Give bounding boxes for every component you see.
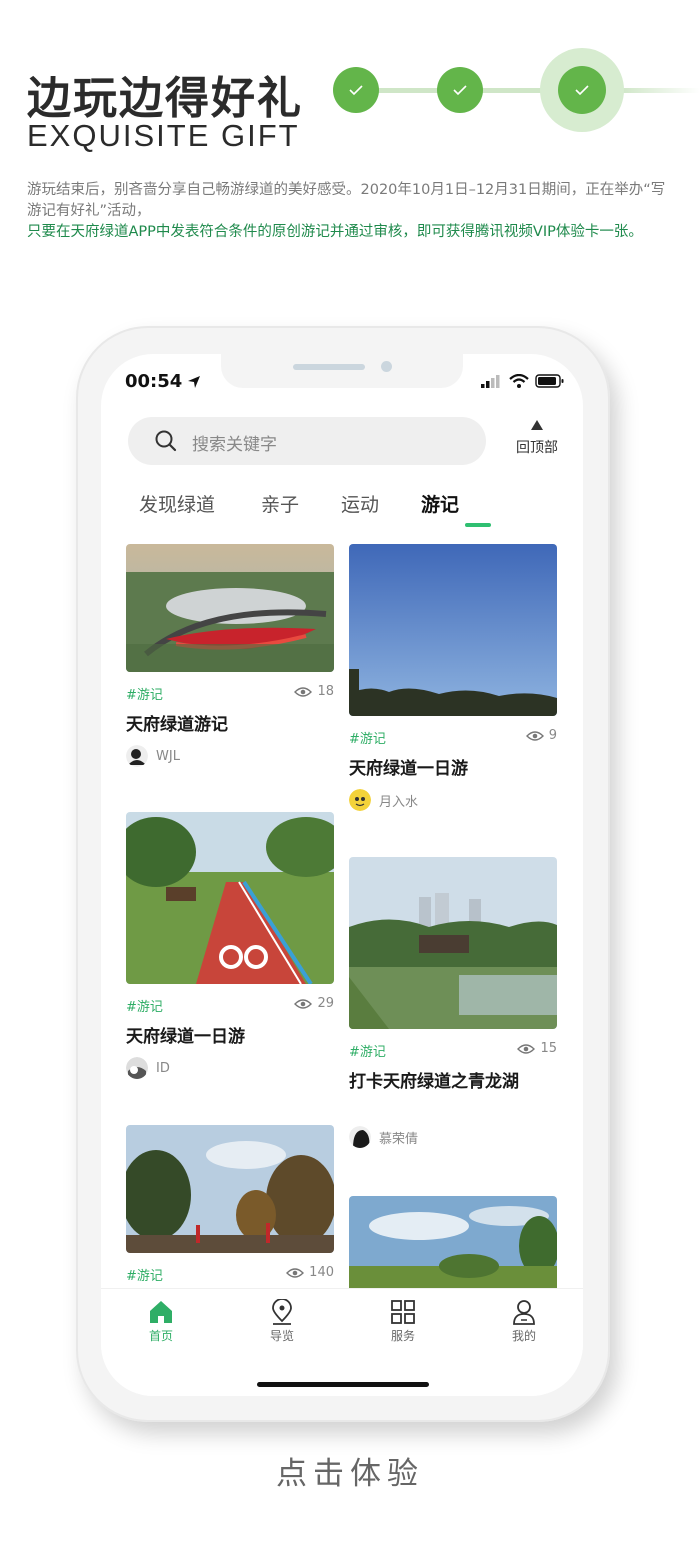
triangle-up-icon [531,420,543,430]
location-pin-icon [272,1299,292,1325]
card-views: 18 [294,684,334,699]
search-icon [155,430,177,452]
step-2-check-icon [437,67,483,113]
card-views-count: 15 [540,1041,557,1056]
author-name: ID [156,1060,170,1076]
card-views-count: 9 [548,728,557,743]
description: 游玩结束后，别吝啬分享自己畅游绿道的美好感受。2020年10月1日–12月31日… [27,180,677,243]
page-subtitle: EXQUISITE GIFT [27,118,300,153]
status-time: 00:54 [125,371,183,392]
grid-icon [391,1300,415,1324]
eye-icon [517,1043,536,1054]
home-indicator [257,1382,429,1387]
card-views: 29 [294,996,334,1011]
card-tag: #游记 [126,1000,163,1015]
card-views-count: 29 [317,996,334,1011]
active-tab-indicator [465,523,491,527]
author-name: 慕荣倩 [379,1131,419,1147]
back-to-top-button[interactable]: 回顶部 [507,419,567,457]
card-image [126,812,334,984]
travelogue-card[interactable]: #游记 15 打卡天府绿道之青龙湖 慕荣倩 [349,857,557,1148]
tabbar-item-service[interactable]: 服务 [368,1299,438,1344]
travelogue-card[interactable]: #游记 29 天府绿道一日游 ID [126,812,334,1079]
card-views: 140 [286,1265,334,1280]
avatar [349,1126,371,1148]
tabbar-label: 首页 [148,1329,173,1343]
eye-icon [294,686,313,697]
card-author: 月入水 [349,789,557,811]
user-icon [513,1300,535,1325]
avatar [126,1057,148,1079]
tab-sports[interactable]: 运动 [341,490,379,517]
home-icon [150,1301,172,1323]
card-image [126,544,334,672]
card-views-count: 18 [317,684,334,699]
travelogue-card[interactable]: #游记 18 天府绿道游记 WJL [126,544,334,767]
card-tag: #游记 [126,688,163,703]
card-tag: #游记 [349,1045,386,1060]
camera [381,361,392,372]
author-name: WJL [156,748,180,764]
battery-icon [535,374,564,388]
category-tabs: 发现绿道 亲子 运动 游记 [139,490,559,530]
description-green: 只要在天府绿道APP中发表符合条件的原创游记并通过审核，即可获得腾讯视频VIP体… [27,224,643,240]
step-1-check-icon [333,67,379,113]
eye-icon [525,730,544,741]
card-image [349,1196,557,1292]
tabbar-item-guide[interactable]: 导览 [247,1299,317,1344]
tabbar-item-me[interactable]: 我的 [489,1299,559,1344]
progress-steps [330,48,700,132]
tab-discover[interactable]: 发现绿道 [139,490,215,517]
wifi-icon [509,374,529,388]
card-title: 打卡天府绿道之青龙湖 [349,1072,519,1092]
tabbar-item-home[interactable]: 首页 [126,1299,196,1344]
card-author: ID [126,1057,334,1079]
step-3-check-icon [558,66,606,114]
card-image [349,857,557,1029]
card-tag: #游记 [126,1269,163,1284]
step-connector [620,88,700,93]
location-arrow-icon [188,376,200,388]
author-name: 月入水 [379,794,419,810]
tabbar-label: 服务 [390,1329,415,1343]
card-views: 15 [517,1041,557,1056]
tabbar-label: 我的 [511,1329,536,1343]
page-title: 边玩边得好礼 [27,73,303,124]
back-to-top-label: 回顶部 [516,440,558,456]
try-now-button[interactable]: 点击体验 [0,1448,700,1493]
avatar [126,745,148,767]
phone-screen: 00:54 搜索关键字 回顶部 发现绿道 亲子 运动 游记 #游记 18 天府绿… [101,354,583,1396]
card-image [126,1125,334,1253]
status-icons [481,374,565,388]
card-tag: #游记 [349,732,386,747]
tab-travelogue[interactable]: 游记 [421,490,459,517]
description-gray: 游玩结束后，别吝啬分享自己畅游绿道的美好感受。2020年10月1日–12月31日… [27,182,666,219]
travelogue-card[interactable]: #游记 9 天府绿道一日游 月入水 [349,544,557,811]
travelogue-card[interactable] [349,1196,557,1292]
tabbar-label: 导览 [269,1329,294,1343]
travelogue-card[interactable]: #游记 140 [126,1125,334,1287]
card-author: WJL [126,745,334,767]
card-views-count: 140 [309,1265,334,1280]
bottom-tab-bar: 首页 导览 服务 我的 [101,1288,583,1396]
search-placeholder: 搜索关键字 [192,435,277,455]
card-title: 天府绿道一日游 [349,759,468,779]
speaker [293,364,365,370]
eye-icon [294,998,313,1009]
card-author: 慕荣倩 [349,1126,557,1148]
card-title: 天府绿道一日游 [126,1027,245,1047]
avatar [349,789,371,811]
card-title: 天府绿道游记 [126,715,228,735]
search-input[interactable]: 搜索关键字 [128,417,486,465]
eye-icon [286,1267,305,1278]
tab-family[interactable]: 亲子 [261,490,299,517]
phone-notch [221,354,463,388]
card-views: 9 [525,728,557,743]
signal-icon [481,375,500,388]
card-image [349,544,557,716]
